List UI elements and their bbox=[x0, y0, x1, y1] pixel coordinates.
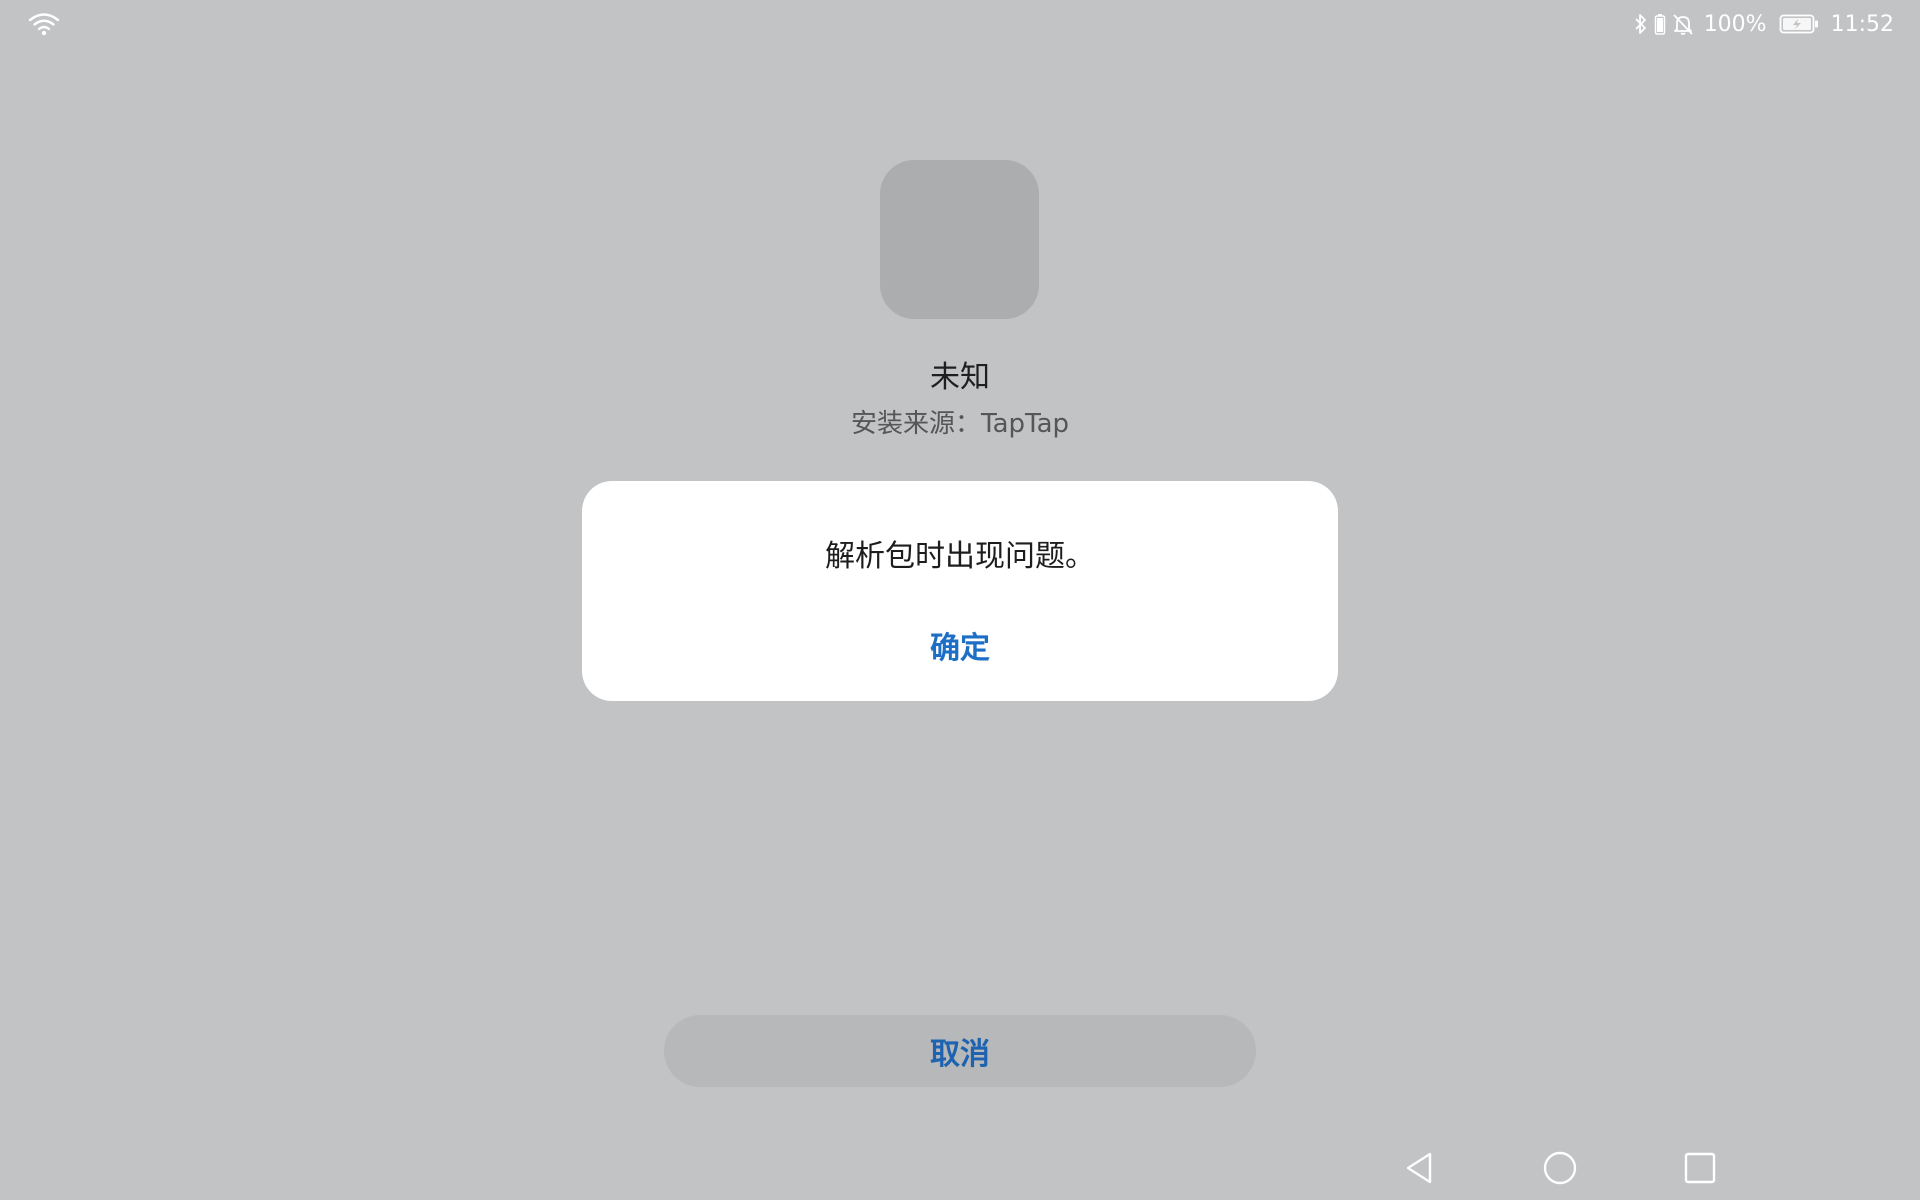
cancel-button[interactable]: 取消 bbox=[664, 1015, 1256, 1087]
bell-off-icon bbox=[1673, 14, 1693, 35]
parse-error-dialog: 解析包时出现问题。 确定 bbox=[582, 481, 1338, 701]
recent-apps-icon[interactable] bbox=[1680, 1148, 1720, 1188]
wifi-icon bbox=[28, 13, 60, 36]
app-name: 未知 bbox=[930, 360, 990, 395]
home-icon[interactable] bbox=[1540, 1148, 1580, 1188]
bluetooth-icon bbox=[1635, 14, 1646, 34]
battery-percent: 100% bbox=[1703, 11, 1767, 37]
app-icon-placeholder bbox=[880, 160, 1039, 319]
back-icon[interactable] bbox=[1400, 1148, 1440, 1188]
clock: 11:52 bbox=[1830, 11, 1894, 37]
install-source-label: 安装来源：TapTap bbox=[850, 409, 1070, 439]
status-icons-group: 100% 11:52 bbox=[1634, 10, 1894, 38]
battery-small-icon bbox=[1654, 14, 1665, 35]
dialog-message: 解析包时出现问题。 bbox=[825, 539, 1095, 574]
confirm-button[interactable]: 确定 bbox=[860, 617, 1060, 673]
status-bar: 100% 11:52 bbox=[0, 0, 1920, 48]
battery-icon bbox=[1779, 14, 1818, 34]
